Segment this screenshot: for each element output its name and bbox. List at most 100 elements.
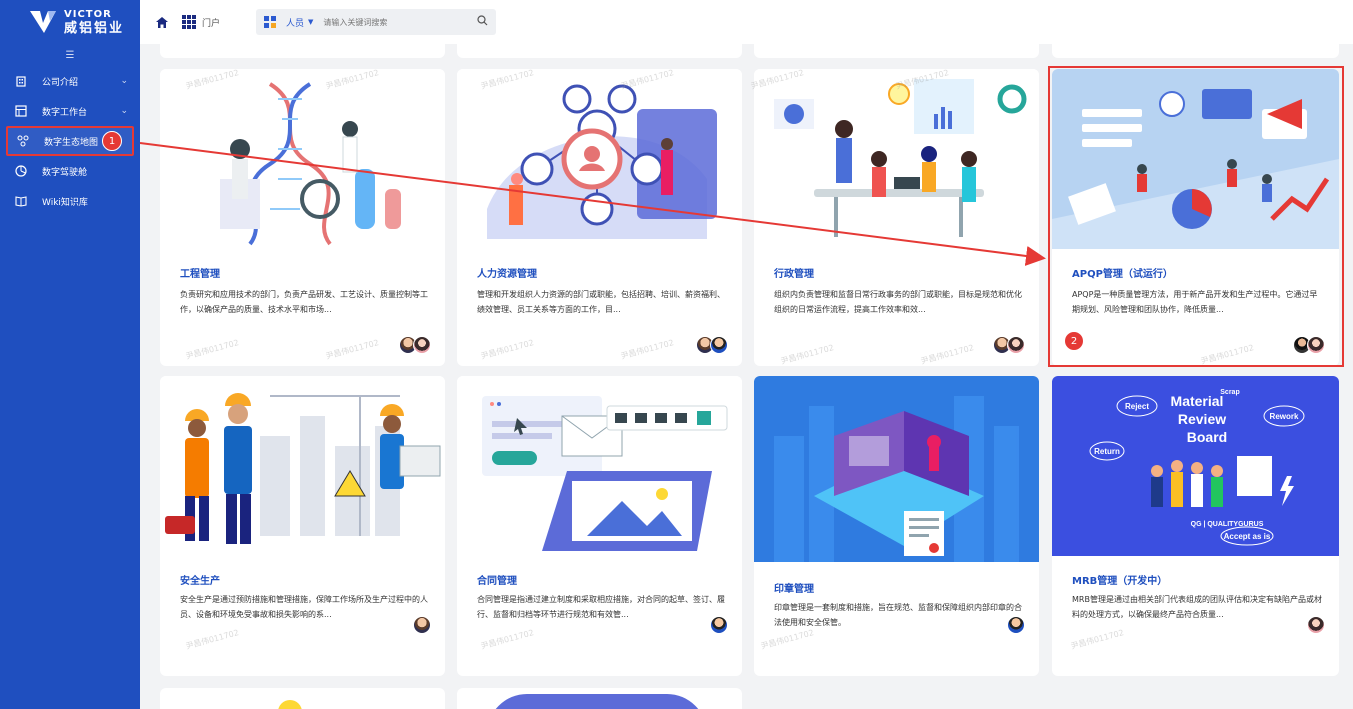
avatar[interactable] bbox=[413, 616, 431, 634]
brand-name-en: VICTOR bbox=[64, 8, 112, 20]
card-avatars bbox=[710, 616, 728, 634]
card-avatars bbox=[399, 336, 431, 354]
card-title[interactable]: 印章管理 bbox=[774, 580, 814, 595]
chevron-down-icon: ⌄ bbox=[120, 76, 128, 86]
module-card-safety[interactable]: 安全生产 安全生产是通过预防措施和管理措施，保障工作场所及生产过程中的人员、设备… bbox=[160, 376, 445, 676]
collapse-icon[interactable]: ☰ bbox=[0, 44, 140, 66]
apqp-illustration bbox=[1052, 69, 1339, 249]
sidebar-item-label: 数字驾驶舱 bbox=[42, 167, 88, 178]
avatar[interactable] bbox=[710, 336, 728, 354]
mrb-board-word-1: Material bbox=[1171, 393, 1224, 409]
card-title[interactable]: 安全生产 bbox=[180, 572, 220, 587]
mrb-board-word-2: Review bbox=[1178, 411, 1226, 427]
sidebar-item-label: 数字生态地图 bbox=[44, 137, 99, 148]
engineering-illustration bbox=[160, 69, 445, 249]
portal-link[interactable]: 门户 bbox=[202, 16, 220, 29]
mrb-tag-scrap: Scrap bbox=[1220, 389, 1239, 396]
chevron-down-icon[interactable]: ▼ bbox=[308, 18, 313, 26]
module-card-admin[interactable]: 行政管理 组织内负责管理和监督日常行政事务的部门或职能，目标是规范和优化组织的日… bbox=[754, 69, 1039, 366]
mrb-brand: QG | QUALITYGURUS bbox=[1191, 521, 1264, 528]
module-card-contract[interactable]: 合同管理 合同管理是指通过建立制度和采取相应措施，对合同的起草、签订、履行、监督… bbox=[457, 376, 742, 676]
search-category-select[interactable]: 人员 bbox=[286, 16, 304, 29]
search-icon[interactable] bbox=[477, 15, 488, 29]
brand-name-cn: 威铝铝业 bbox=[64, 20, 125, 36]
card-title[interactable]: 工程管理 bbox=[180, 265, 220, 280]
category-icon bbox=[264, 16, 277, 28]
module-card-seal[interactable]: 印章管理 印章管理是一套制度和措施，旨在规范、监督和保障组织内部印章的合法使用和… bbox=[754, 376, 1039, 676]
brand-logo[interactable]: VICTOR 威铝铝业 bbox=[0, 0, 140, 44]
mrb-tag-reject: Reject bbox=[1125, 402, 1149, 411]
card-title[interactable]: APQP管理（试运行） bbox=[1072, 265, 1173, 280]
previous-row-card-bottom bbox=[457, 44, 742, 58]
sidebar-item-digital-ecomap[interactable]: 数字生态地图 1 bbox=[6, 126, 134, 156]
search-bar: 人员 ▼ bbox=[256, 9, 497, 35]
card-description: 组织内负责管理和监督日常行政事务的部门或职能，目标是规范和优化组织的日常运作流程… bbox=[774, 290, 1022, 314]
dashboard-icon bbox=[14, 104, 28, 118]
sidebar-item-digital-workbench[interactable]: 数字工作台 ⌄ bbox=[0, 96, 140, 126]
card-avatars bbox=[413, 616, 431, 634]
brand-logo-mark bbox=[28, 9, 58, 35]
card-avatars bbox=[696, 336, 728, 354]
card-description: 安全生产是通过预防措施和管理措施，保障工作场所及生产过程中的人员、设备和环境免受… bbox=[180, 595, 428, 619]
card-title[interactable]: 合同管理 bbox=[477, 572, 517, 587]
annotation-badge-1: 1 bbox=[102, 131, 122, 151]
avatar[interactable] bbox=[413, 336, 431, 354]
previous-row-card-bottom bbox=[160, 44, 445, 58]
contract-illustration bbox=[457, 376, 742, 556]
hr-illustration bbox=[457, 69, 742, 249]
top-header: 门户 人员 ▼ bbox=[140, 0, 1353, 44]
avatar[interactable] bbox=[1007, 336, 1025, 354]
card-description: 合同管理是指通过建立制度和采取相应措施，对合同的起草、签订、履行、监督和归档等环… bbox=[477, 595, 725, 619]
card-title[interactable]: 人力资源管理 bbox=[477, 265, 537, 280]
search-input[interactable] bbox=[323, 17, 444, 27]
card-avatars bbox=[1293, 336, 1325, 354]
mrb-tag-rework: Rework bbox=[1270, 412, 1299, 421]
card-description: MRB管理是通过由相关部门代表组成的团队评估和决定有缺陷产品或材料的处理方式，以… bbox=[1072, 595, 1322, 619]
safety-illustration bbox=[160, 376, 445, 556]
avatar[interactable] bbox=[1307, 336, 1325, 354]
avatar[interactable] bbox=[1007, 616, 1025, 634]
card-avatars bbox=[1007, 616, 1025, 634]
pie-icon bbox=[14, 164, 28, 178]
mrb-board-word-3: Board bbox=[1187, 429, 1227, 445]
annotation-badge-2: 2 bbox=[1064, 331, 1084, 351]
module-card-engineering[interactable]: 工程管理 负责研究和应用技术的部门，负责产品研发、工艺设计、质量控制等工作，以确… bbox=[160, 69, 445, 366]
module-card-partial[interactable] bbox=[160, 688, 445, 709]
sidebar-item-company-intro[interactable]: 公司介绍 ⌄ bbox=[0, 66, 140, 96]
card-description: 管理和开发组织人力资源的部门或职能，包括招聘、培训、薪资福利、绩效管理、员工关系… bbox=[477, 290, 725, 314]
module-card-hr[interactable]: 人力资源管理 管理和开发组织人力资源的部门或职能，包括招聘、培训、薪资福利、绩效… bbox=[457, 69, 742, 366]
previous-row-card-bottom bbox=[754, 44, 1039, 58]
partial-illustration bbox=[487, 694, 707, 709]
mrb-tag-return: Return bbox=[1094, 447, 1120, 456]
sidebar-item-label: 公司介绍 bbox=[42, 77, 79, 88]
book-icon bbox=[14, 194, 28, 208]
card-avatars bbox=[1307, 616, 1325, 634]
card-description: 印章管理是一套制度和措施，旨在规范、监督和保障组织内部印章的合法使用和安全保管。 bbox=[774, 603, 1022, 627]
admin-illustration bbox=[754, 69, 1039, 249]
module-card-partial[interactable] bbox=[457, 688, 742, 709]
sidebar-item-digital-cockpit[interactable]: 数字驾驶舱 bbox=[0, 156, 140, 186]
sidebar-item-label: Wiki知识库 bbox=[42, 197, 88, 208]
card-title[interactable]: 行政管理 bbox=[774, 265, 814, 280]
card-description: 负责研究和应用技术的部门，负责产品研发、工艺设计、质量控制等工作，以确保产品的质… bbox=[180, 290, 428, 314]
sidebar-item-wiki[interactable]: Wiki知识库 bbox=[0, 186, 140, 216]
previous-row-card-bottom bbox=[1052, 44, 1339, 58]
sidebar-item-label: 数字工作台 bbox=[42, 107, 88, 118]
avatar[interactable] bbox=[1307, 616, 1325, 634]
sidebar: VICTOR 威铝铝业 ☰ 公司介绍 ⌄ 数字工作台 ⌄ 数字生态地图 1 数字… bbox=[0, 0, 140, 709]
building-icon bbox=[14, 74, 28, 88]
partial-illustration bbox=[278, 700, 302, 709]
card-avatars bbox=[993, 336, 1025, 354]
mrb-tag-accept: Accept as is bbox=[1224, 532, 1271, 541]
chevron-down-icon: ⌄ bbox=[120, 106, 128, 116]
card-title[interactable]: MRB管理（开发中） bbox=[1072, 572, 1167, 587]
module-card-apqp[interactable]: APQP管理（试运行） APQP是一种质量管理方法，用于新产品开发和生产过程中。… bbox=[1052, 69, 1339, 366]
seal-illustration bbox=[754, 376, 1039, 562]
avatar[interactable] bbox=[710, 616, 728, 634]
graph-icon bbox=[16, 134, 30, 148]
card-description: APQP是一种质量管理方法，用于新产品开发和生产过程中。它通过早期规划、风险管理… bbox=[1072, 290, 1318, 314]
home-icon[interactable] bbox=[154, 14, 170, 30]
ecomap-content: 工程管理 负责研究和应用技术的部门，负责产品研发、工艺设计、质量控制等工作，以确… bbox=[140, 44, 1353, 709]
apps-grid-icon[interactable] bbox=[182, 15, 196, 29]
module-card-mrb[interactable]: Material Review Board Reject Rework Retu… bbox=[1052, 376, 1339, 676]
